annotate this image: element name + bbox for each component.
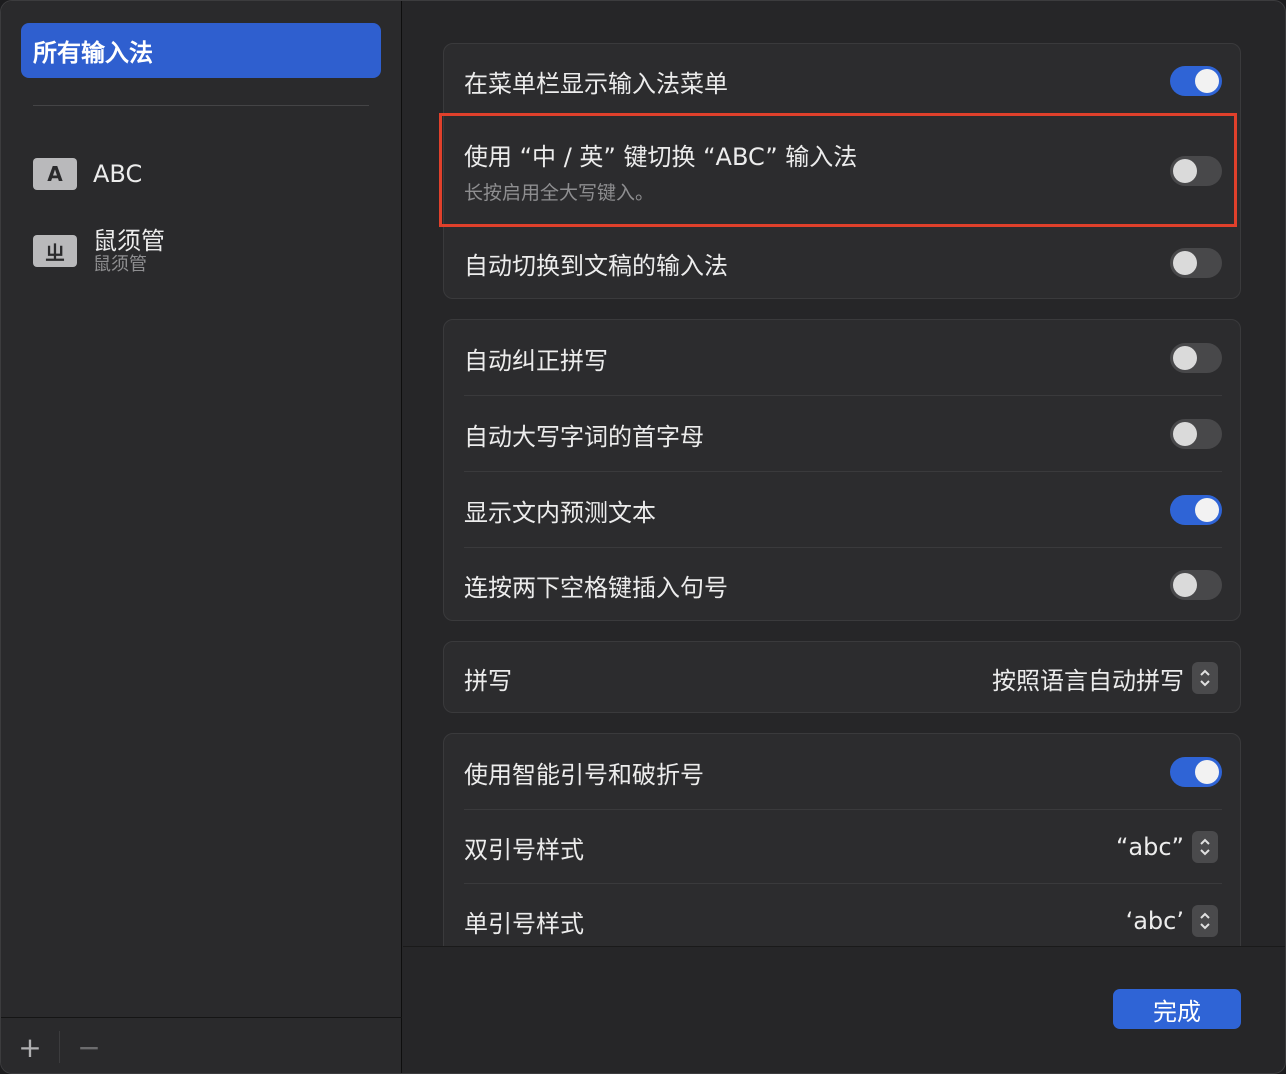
footer-divider [403, 946, 1285, 947]
autocorrect-toggle[interactable] [1170, 343, 1222, 373]
row-label: 双引号样式 [464, 835, 584, 864]
popup-value: 按照语言自动拼写 [992, 666, 1184, 695]
sidebar-item-sublabel: 鼠须管 [93, 254, 147, 275]
smart-quotes-row: 使用智能引号和破折号 [444, 734, 1242, 810]
rime-icon: ㄓ [33, 235, 77, 267]
row-label: 在菜单栏显示输入法菜单 [464, 69, 728, 98]
popup-value: ‘abc’ [1125, 907, 1184, 935]
single-quote-style-row: 单引号样式 ‘abc’ [444, 884, 1242, 946]
remove-input-source-button[interactable]: − [60, 1024, 118, 1070]
annotation-highlight-box [439, 113, 1237, 227]
sidebar-item-abc[interactable]: A ABC [21, 153, 381, 195]
double-quote-style-row: 双引号样式 “abc” [444, 810, 1242, 884]
preferences-window: 所有输入法 A ABC ㄓ 鼠须管 鼠须管 + − 在菜单栏显示输入法菜单 使用… [0, 0, 1286, 1074]
row-label: 使用智能引号和破折号 [464, 760, 704, 789]
sidebar-header-label: 所有输入法 [33, 39, 153, 67]
spelling-row: 拼写 按照语言自动拼写 [444, 642, 1242, 714]
row-label: 显示文内预测文本 [464, 498, 656, 527]
up-down-chevron-icon [1192, 905, 1218, 937]
sidebar-item-squirrel[interactable]: ㄓ 鼠须管 鼠须管 [21, 223, 381, 279]
auto-switch-row: 自动切换到文稿的输入法 [444, 226, 1242, 300]
minus-icon: − [77, 1030, 101, 1064]
show-menu-row: 在菜单栏显示输入法菜单 [444, 44, 1242, 118]
row-label: 单引号样式 [464, 909, 584, 938]
spelling-group: 拼写 按照语言自动拼写 [443, 641, 1241, 713]
predictive-text-toggle[interactable] [1170, 495, 1222, 525]
typing-settings-group: 自动纠正拼写 自动大写字词的首字母 显示文内预测文本 连按两下空格键插入句号 [443, 319, 1241, 621]
sidebar-divider [33, 105, 369, 106]
spelling-popup[interactable]: 按照语言自动拼写 [992, 661, 1218, 696]
quotes-group: 使用智能引号和破折号 双引号样式 “abc” 单引号样式 ‘abc’ [443, 733, 1241, 946]
sidebar-item-label: 鼠须管 [93, 227, 165, 255]
autocorrect-row: 自动纠正拼写 [444, 320, 1242, 396]
double-space-period-toggle[interactable] [1170, 570, 1222, 600]
row-label: 自动纠正拼写 [464, 346, 608, 375]
auto-capitalize-row: 自动大写字词的首字母 [444, 396, 1242, 472]
letter-a-icon: A [33, 158, 77, 190]
sidebar: 所有输入法 A ABC ㄓ 鼠须管 鼠须管 + − [1, 1, 402, 1073]
sidebar-item-label: ABC [93, 160, 143, 188]
auto-switch-toggle[interactable] [1170, 248, 1222, 278]
double-space-period-row: 连按两下空格键插入句号 [444, 548, 1242, 622]
auto-capitalize-toggle[interactable] [1170, 419, 1222, 449]
done-button[interactable]: 完成 [1113, 989, 1241, 1029]
add-input-source-button[interactable]: + [1, 1024, 59, 1070]
smart-quotes-toggle[interactable] [1170, 757, 1222, 787]
predictive-text-row: 显示文内预测文本 [444, 472, 1242, 548]
row-label: 拼写 [464, 666, 512, 695]
sidebar-footer: + − [1, 1019, 402, 1073]
row-label: 连按两下空格键插入句号 [464, 573, 728, 602]
single-quote-style-popup[interactable]: ‘abc’ [1126, 905, 1218, 937]
plus-icon: + [18, 1030, 42, 1064]
popup-value: “abc” [1115, 833, 1184, 861]
done-button-label: 完成 [1153, 997, 1201, 1026]
double-quote-style-popup[interactable]: “abc” [1116, 831, 1218, 863]
show-input-menu-toggle[interactable] [1170, 66, 1222, 96]
row-label: 自动大写字词的首字母 [464, 422, 704, 451]
up-down-chevron-icon [1192, 662, 1218, 694]
sidebar-footer-divider [1, 1017, 402, 1018]
sidebar-item-all-input-sources[interactable]: 所有输入法 [21, 23, 381, 78]
row-label: 自动切换到文稿的输入法 [464, 251, 728, 280]
up-down-chevron-icon [1192, 831, 1218, 863]
